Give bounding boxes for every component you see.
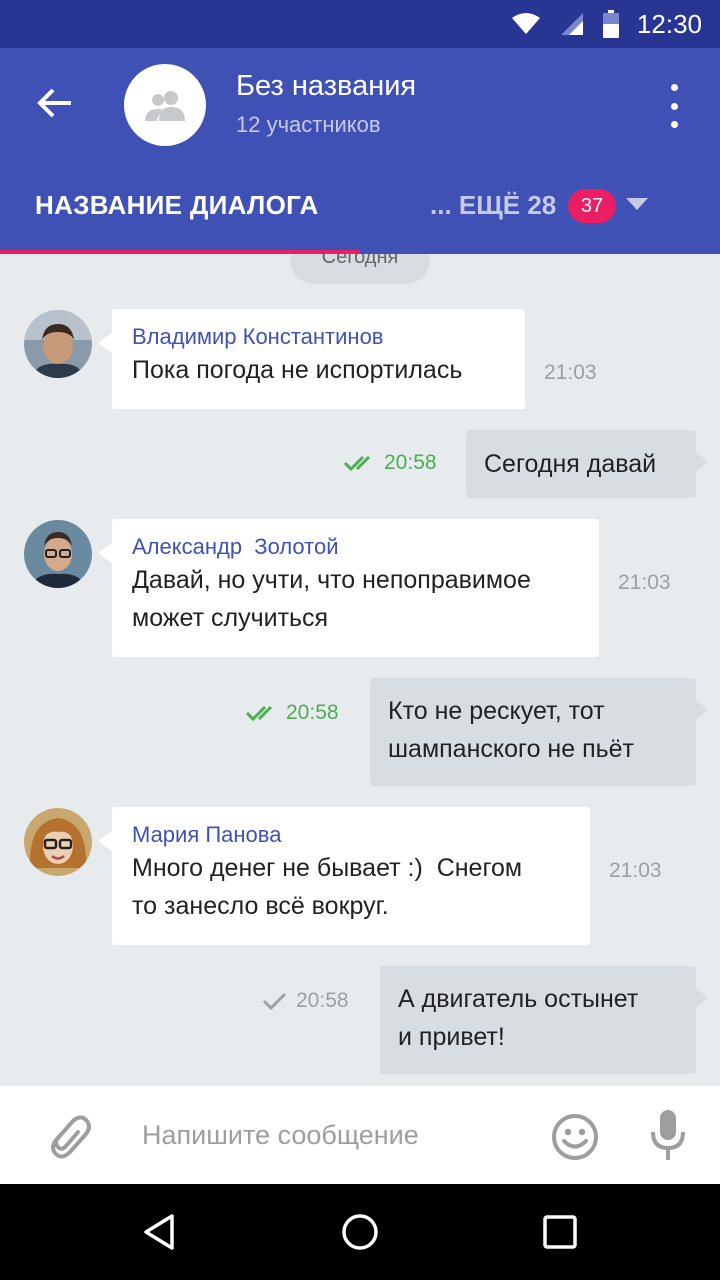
tab-indicator [0,250,360,254]
double-check-icon [246,705,273,722]
chevron-down-icon[interactable] [626,198,648,210]
nav-recents-icon[interactable] [542,1214,578,1250]
sender-name[interactable]: Мария Панова [132,821,570,849]
message-bubble[interactable]: Владимир Константинов Пока погода не исп… [98,309,525,409]
wifi-icon [511,13,540,34]
message-time: 20:58 [384,451,437,474]
status-bar: 12:30 [0,0,720,48]
message-time: 20:58 [286,701,339,724]
group-avatar[interactable] [124,64,206,146]
signal-icon [560,13,583,35]
message-text-line: А двигатель остынет [398,985,639,1013]
avatar-image [24,520,92,588]
message-status: 20:58 [246,701,339,725]
message-text-line: шампанского не пьёт [388,735,635,763]
status-icons: 12:30 [511,0,702,48]
composer-bar [0,1086,720,1184]
message-text-line: то занесло всё вокруг. [132,892,389,920]
message-text-line: и привет! [398,1023,505,1051]
tab-dialog-name[interactable]: НАЗВАНИЕ ДИАЛОГА [35,190,319,221]
chat-title[interactable]: Без названия [236,70,416,103]
message-time: 20:58 [296,989,349,1012]
group-icon [145,91,185,121]
message-status: 20:58 [262,989,349,1013]
message-text-line: может случиться [132,604,329,632]
back-arrow-icon [37,88,71,118]
check-icon [262,992,287,1011]
more-vert-icon[interactable] [654,84,694,128]
nav-back-icon[interactable] [140,1212,180,1252]
double-check-icon [344,455,371,472]
back-button[interactable] [30,78,80,128]
message-bubble[interactable]: Сегодня давай [466,430,708,498]
unread-badge: 37 [568,189,616,223]
microphone-icon[interactable] [650,1108,686,1164]
message-time: 21:03 [609,859,662,882]
sender-name[interactable]: Владимир Константинов [132,323,505,351]
message-bubble[interactable]: А двигатель остынет и привет! [380,966,708,1074]
tab-more[interactable]: ... ЕЩЁ 28 [430,190,556,221]
app-bar: Без названия 12 участников НАЗВАНИЕ ДИАЛ… [0,48,720,254]
message-bubble[interactable]: Кто не рескует, тот шампанского не пьёт [370,678,708,786]
avatar-image [24,808,92,876]
sender-name[interactable]: Александр Золотой [132,533,579,561]
emoji-icon[interactable] [550,1112,600,1162]
message-bubble[interactable]: Мария Панова Много денег не бывает :) Сн… [98,807,590,945]
battery-icon [602,10,619,38]
message-text-line: Давай, но учти, что непоправимое [132,566,531,594]
avatar-image [24,310,92,378]
avatar[interactable] [24,520,92,588]
message-text: Пока погода не испортилась [132,356,463,384]
participants-count: 12 участников [236,112,381,137]
message-input[interactable] [142,1110,522,1160]
avatar[interactable] [24,808,92,876]
nav-home-icon[interactable] [340,1212,380,1252]
message-time: 21:03 [544,361,597,384]
message-text: Сегодня давай [484,450,657,478]
message-bubble[interactable]: Александр Золотой Давай, но учти, что не… [98,519,599,657]
paperclip-icon[interactable] [44,1110,92,1162]
system-nav-bar [0,1184,720,1280]
message-text-line: Много денег не бывает :) Снегом [132,854,523,882]
message-text-line: Кто не рескует, тот [388,697,605,725]
message-status: 20:58 [344,451,437,475]
status-time: 12:30 [636,8,702,39]
message-time: 21:03 [618,571,671,594]
avatar[interactable] [24,310,92,378]
